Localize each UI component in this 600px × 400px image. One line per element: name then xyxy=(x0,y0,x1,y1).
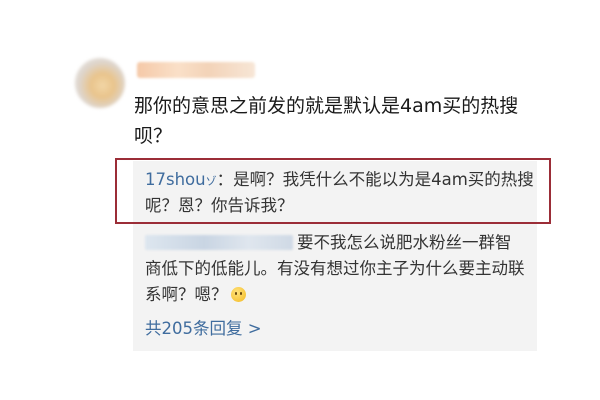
avatar[interactable] xyxy=(75,58,125,108)
reply-text: 要不我怎么说肥水粉丝一群智商低下的低能儿。有没有想过你主子为什么要主动联系啊？嗯… xyxy=(145,233,525,304)
more-replies-link[interactable]: 共205条回复 > xyxy=(145,318,262,340)
reply-item: 要不我怎么说肥水粉丝一群智商低下的低能儿。有没有想过你主子为什么要主动联系啊？嗯… xyxy=(145,230,525,308)
smiley-emoji-icon xyxy=(230,287,246,302)
highlight-annotation xyxy=(115,158,551,224)
username-blurred[interactable] xyxy=(137,62,255,78)
comment-text: 那你的意思之前发的就是默认是4am买的热搜呗？ xyxy=(134,95,519,147)
